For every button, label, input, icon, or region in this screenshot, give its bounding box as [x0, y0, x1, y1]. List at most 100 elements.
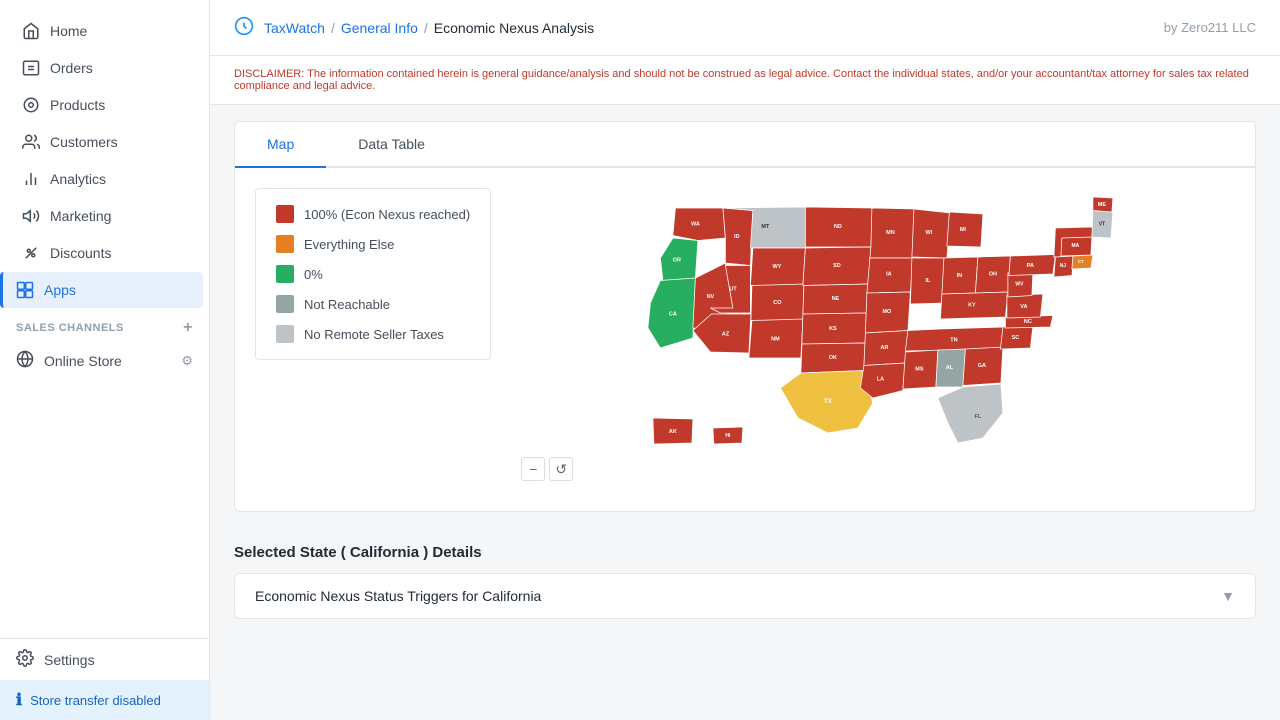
settings-icon	[16, 649, 34, 670]
discounts-icon	[22, 244, 40, 262]
orders-icon	[22, 59, 40, 77]
svg-text:AK: AK	[669, 429, 677, 435]
info-icon: ℹ	[16, 690, 22, 710]
legend-label-red: 100% (Econ Nexus reached)	[304, 207, 470, 222]
svg-text:MN: MN	[886, 230, 895, 236]
sidebar-item-products-label: Products	[50, 97, 105, 113]
products-icon	[22, 96, 40, 114]
svg-text:FL: FL	[975, 414, 982, 420]
zoom-out-button[interactable]: −	[521, 457, 545, 481]
store-transfer-bar[interactable]: ℹ Store transfer disabled	[0, 680, 209, 720]
breadcrumb-general[interactable]: General Info	[341, 20, 418, 36]
selected-state-title: Selected State ( California ) Details	[234, 528, 1256, 573]
sidebar-item-settings[interactable]: Settings	[0, 639, 209, 680]
legend-item-green: 0%	[276, 265, 470, 283]
svg-text:MO: MO	[883, 309, 893, 315]
state-fl[interactable]	[938, 384, 1003, 443]
svg-text:WA: WA	[691, 222, 700, 228]
svg-text:WY: WY	[773, 264, 782, 270]
us-map-container[interactable]: WA OR CA ID MT	[511, 188, 1235, 491]
breadcrumb: TaxWatch / General Info / Economic Nexus…	[234, 16, 594, 39]
analytics-icon	[22, 170, 40, 188]
svg-text:OK: OK	[829, 355, 837, 361]
us-map-svg: WA OR CA ID MT	[511, 188, 1235, 488]
svg-text:UT: UT	[729, 287, 737, 293]
zoom-reset-button[interactable]: ↺	[549, 457, 573, 481]
svg-text:VT: VT	[1099, 222, 1105, 228]
svg-text:NC: NC	[1024, 319, 1032, 325]
svg-text:ND: ND	[834, 224, 842, 230]
sidebar: Home Orders Products Customers Analytics	[0, 0, 210, 720]
svg-text:NV: NV	[707, 294, 715, 300]
map-zoom-controls[interactable]: − ↺	[521, 457, 573, 481]
tab-bar: Map Data Table	[235, 122, 1255, 168]
sidebar-item-marketing[interactable]: Marketing	[6, 198, 203, 234]
sidebar-item-analytics[interactable]: Analytics	[6, 161, 203, 197]
sidebar-item-home[interactable]: Home	[6, 13, 203, 49]
legend-item-red: 100% (Econ Nexus reached)	[276, 205, 470, 223]
svg-text:ID: ID	[734, 234, 740, 240]
online-store-settings-icon[interactable]: ⚙	[181, 353, 193, 369]
svg-text:HI: HI	[726, 433, 732, 439]
tab-data-table[interactable]: Data Table	[326, 122, 457, 168]
sidebar-item-discounts-label: Discounts	[50, 245, 111, 261]
add-sales-channel-button[interactable]: +	[183, 319, 193, 337]
settings-label: Settings	[44, 652, 95, 668]
svg-text:TN: TN	[950, 338, 957, 344]
svg-text:CO: CO	[773, 300, 782, 306]
selected-state-section: Selected State ( California ) Details Ec…	[234, 528, 1256, 619]
state-card-header[interactable]: Economic Nexus Status Triggers for Calif…	[235, 574, 1255, 618]
legend-label-orange: Everything Else	[304, 237, 394, 252]
svg-text:IA: IA	[886, 272, 892, 278]
legend-color-gray	[276, 295, 294, 313]
svg-text:SD: SD	[833, 263, 841, 269]
legend-item-gray: Not Reachable	[276, 295, 470, 313]
marketing-icon	[22, 207, 40, 225]
sidebar-item-customers-label: Customers	[50, 134, 118, 150]
svg-text:MS: MS	[915, 367, 924, 373]
legend-label-lightgray: No Remote Seller Taxes	[304, 327, 444, 342]
legend-label-gray: Not Reachable	[304, 297, 390, 312]
svg-text:CT: CT	[1078, 259, 1084, 264]
sidebar-item-customers[interactable]: Customers	[6, 124, 203, 160]
map-area: 100% (Econ Nexus reached) Everything Els…	[235, 168, 1255, 511]
legend-color-red	[276, 205, 294, 223]
online-store-label: Online Store	[44, 353, 122, 369]
sidebar-item-apps[interactable]: Apps	[0, 272, 203, 308]
svg-text:WV: WV	[1016, 282, 1025, 288]
svg-text:CA: CA	[669, 312, 677, 318]
svg-text:MT: MT	[762, 224, 771, 230]
svg-text:MA: MA	[1072, 243, 1080, 249]
sidebar-item-products[interactable]: Products	[6, 87, 203, 123]
legend-item-lightgray: No Remote Seller Taxes	[276, 325, 470, 343]
topbar: TaxWatch / General Info / Economic Nexus…	[210, 0, 1280, 56]
svg-text:MI: MI	[960, 227, 967, 233]
map-card: Map Data Table 100% (Econ Nexus reached)	[234, 121, 1256, 512]
state-card: Economic Nexus Status Triggers for Calif…	[234, 573, 1256, 619]
tab-map[interactable]: Map	[235, 122, 326, 168]
sidebar-item-online-store[interactable]: Online Store ⚙	[0, 341, 209, 380]
breadcrumb-app[interactable]: TaxWatch	[264, 20, 325, 36]
disclaimer-bar: DISCLAIMER: The information contained he…	[210, 56, 1280, 105]
content-area: DISCLAIMER: The information contained he…	[210, 56, 1280, 720]
svg-text:AZ: AZ	[722, 332, 730, 338]
svg-text:OH: OH	[989, 272, 997, 278]
map-legend: 100% (Econ Nexus reached) Everything Els…	[255, 188, 491, 360]
sales-channels-section: SALES CHANNELS +	[0, 309, 209, 341]
legend-item-orange: Everything Else	[276, 235, 470, 253]
svg-text:NE: NE	[832, 296, 840, 302]
main-content: TaxWatch / General Info / Economic Nexus…	[210, 0, 1280, 720]
sidebar-item-orders-label: Orders	[50, 60, 93, 76]
svg-text:PA: PA	[1027, 263, 1034, 269]
customers-icon	[22, 133, 40, 151]
svg-text:LA: LA	[877, 377, 884, 383]
svg-text:GA: GA	[978, 363, 986, 369]
legend-color-lightgray	[276, 325, 294, 343]
svg-text:KS: KS	[829, 326, 837, 332]
sidebar-item-discounts[interactable]: Discounts	[6, 235, 203, 271]
sidebar-item-orders[interactable]: Orders	[6, 50, 203, 86]
svg-text:IL: IL	[926, 278, 932, 284]
store-transfer-label: Store transfer disabled	[30, 693, 161, 708]
sidebar-item-home-label: Home	[50, 23, 87, 39]
svg-text:VA: VA	[1020, 304, 1027, 310]
